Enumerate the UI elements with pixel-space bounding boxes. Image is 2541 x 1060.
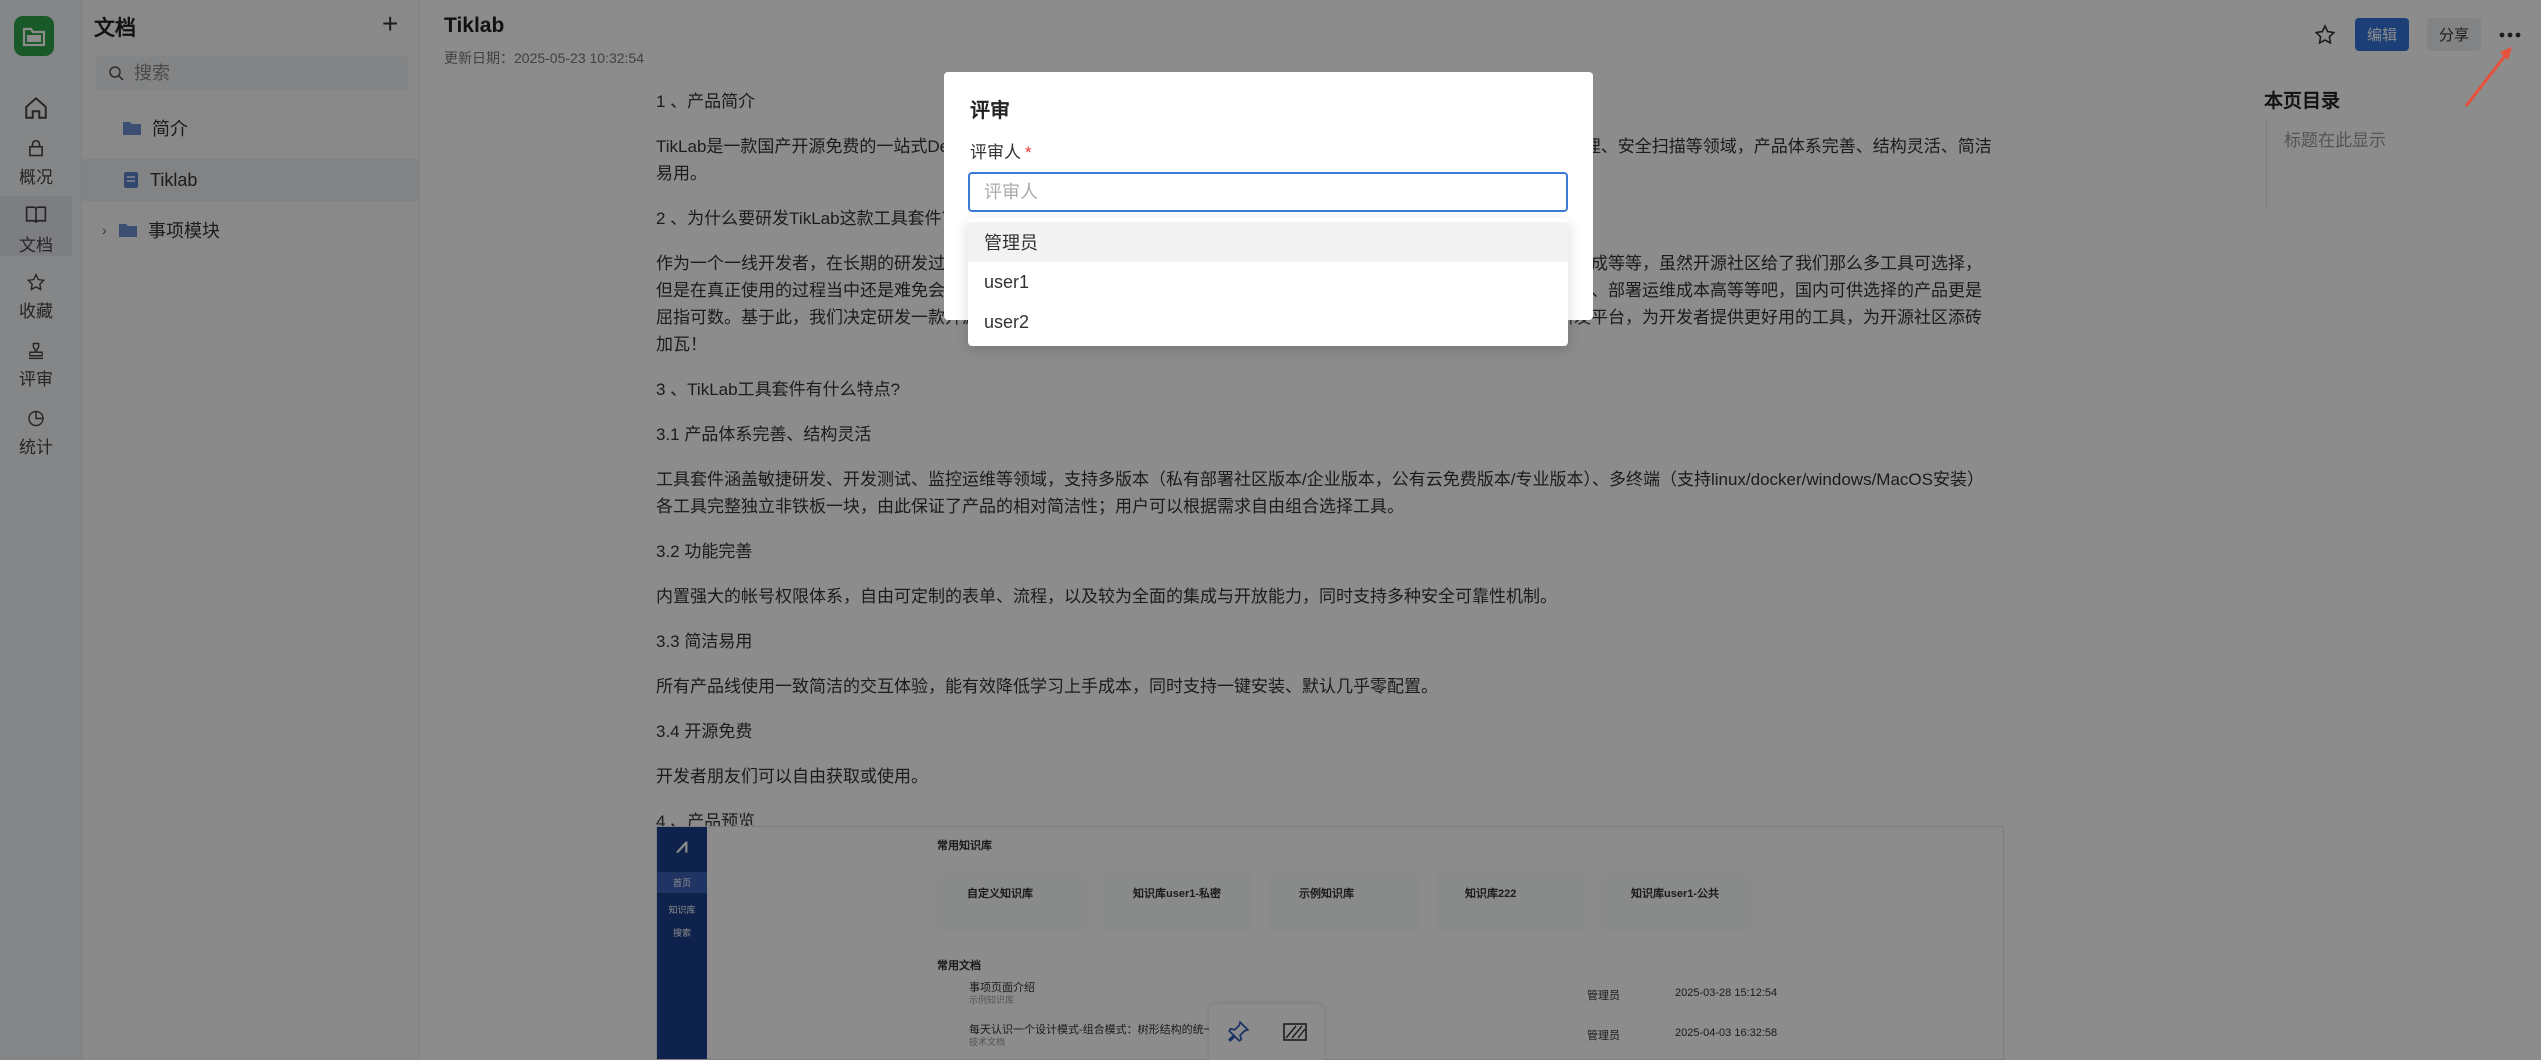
reviewer-label: 评审人 * (970, 138, 1032, 163)
dropdown-option[interactable]: 管理员 (968, 222, 1568, 262)
dropdown-option[interactable]: user1 (968, 262, 1568, 302)
annotation-arrow-icon (2464, 47, 2512, 107)
required-mark: * (1025, 143, 1032, 162)
reviewer-label-text: 评审人 (970, 143, 1021, 162)
modal-title: 评审 (970, 100, 1010, 122)
reviewer-dropdown: 管理员 user1 user2 (968, 218, 1568, 346)
dropdown-option[interactable]: user2 (968, 302, 1568, 342)
reviewer-select-input[interactable] (968, 172, 1568, 212)
